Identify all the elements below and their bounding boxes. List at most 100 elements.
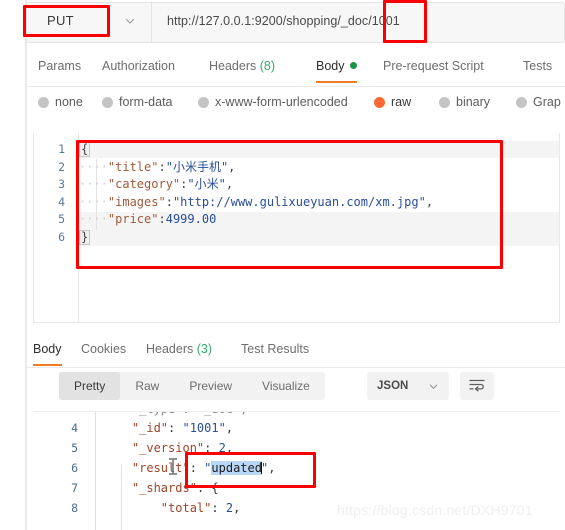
tab-label: Headers: [146, 342, 194, 356]
request-code-area[interactable]: { ····"title":"小米手机", ····"category":"小米…: [79, 141, 559, 322]
json-comma: ,: [225, 177, 234, 192]
tab-active-underline: [33, 364, 62, 366]
json-value: "http://www.gulixueyuan.com/xm.jpg": [172, 194, 426, 209]
response-format-label: JSON: [377, 380, 409, 392]
view-mode-visualize[interactable]: Visualize: [247, 372, 325, 400]
tab-label: Body: [33, 342, 62, 356]
json-value: {: [211, 481, 219, 495]
json-value: 4999.00: [165, 212, 217, 227]
json-comma: ,: [228, 159, 236, 174]
radio-label: none: [55, 95, 83, 109]
code-line: "_id": "1001",: [103, 418, 560, 438]
json-comma: ,: [233, 501, 241, 515]
json-comma: ,: [225, 421, 234, 435]
text-cursor-icon: [169, 458, 177, 475]
tab-authorization[interactable]: Authorization: [102, 59, 175, 73]
radio-form-data[interactable]: form-data: [102, 95, 173, 109]
json-separator: :: [189, 461, 205, 475]
radio-circle-icon: [516, 96, 527, 108]
json-separator: :: [196, 481, 212, 495]
radio-circle-icon: [439, 96, 450, 108]
indent: ····: [79, 194, 108, 209]
code-line: "_version": 2,: [103, 438, 560, 458]
tab-label: Tests: [523, 59, 553, 73]
response-tab-test-results[interactable]: Test Results: [241, 342, 309, 356]
response-tab-headers[interactable]: Headers (3): [146, 342, 212, 356]
radio-raw[interactable]: raw: [374, 95, 411, 109]
response-gutter: 4 5 6 7 8: [33, 412, 91, 530]
code-line: ····"title":"小米手机",: [79, 159, 559, 177]
radio-x-www-form-urlencoded[interactable]: x-www-form-urlencoded: [198, 95, 348, 109]
radio-label: Grap: [533, 95, 561, 109]
tab-active-underline: [316, 81, 357, 83]
wrap-lines-button[interactable]: [460, 372, 494, 400]
chevron-down-icon: [428, 381, 439, 392]
tab-label: Cookies: [81, 342, 127, 356]
code-line: {: [79, 141, 559, 159]
body-present-dot-icon: [349, 62, 357, 69]
json-key: "category": [107, 177, 181, 192]
headers-count-badge: (8): [259, 59, 276, 73]
brace-close: }: [79, 229, 91, 245]
json-value: "小米": [187, 177, 226, 192]
wrap-lines-icon: [469, 378, 485, 395]
view-mode-preview[interactable]: Preview: [174, 372, 247, 400]
response-format-dropdown[interactable]: JSON: [367, 372, 449, 400]
brace-open: {: [79, 142, 91, 157]
tab-label: Params: [38, 59, 82, 73]
chevron-down-icon[interactable]: [124, 15, 136, 27]
response-fold-rail: [95, 412, 96, 530]
response-tab-cookies[interactable]: Cookies: [81, 342, 126, 356]
indent: ····: [79, 159, 108, 174]
request-url-input[interactable]: http://127.0.0.1:9200/shopping/_doc/1001: [167, 14, 400, 28]
json-key: "_version": [131, 441, 205, 455]
json-separator: :: [204, 441, 219, 455]
line-number: 2: [58, 159, 65, 174]
json-value: 2: [225, 501, 234, 515]
tab-pre-request-script[interactable]: Pre-request Script: [383, 59, 484, 73]
tab-body[interactable]: Body: [316, 59, 357, 83]
code-line: ····"price":4999.00: [79, 211, 559, 229]
code-line: "_shards": {: [103, 478, 560, 498]
request-tab-bar: Params Authorization Headers (8) Body Pr…: [26, 50, 565, 87]
line-number: 5: [71, 441, 78, 455]
radio-label: raw: [391, 95, 412, 109]
json-separator: :: [158, 212, 166, 227]
view-mode-label: Raw: [135, 379, 160, 393]
tab-headers[interactable]: Headers (8): [209, 59, 275, 73]
json-comma: ,: [225, 441, 234, 455]
line-number: 7: [71, 481, 78, 495]
json-separator: :: [168, 421, 183, 435]
postman-window: PUT http://127.0.0.1:9200/shopping/_doc/…: [0, 0, 565, 530]
json-key: "_id": [131, 421, 169, 435]
code-line: }: [79, 229, 559, 247]
tab-label: Test Results: [241, 342, 310, 356]
tab-tests[interactable]: Tests: [523, 59, 552, 73]
json-key: "total": [160, 501, 212, 515]
json-key: "title": [107, 159, 159, 174]
view-mode-pretty[interactable]: Pretty: [59, 372, 121, 400]
tab-label: Body: [316, 59, 345, 73]
radio-binary[interactable]: binary: [439, 95, 490, 109]
radio-none[interactable]: none: [38, 95, 83, 109]
json-comma: ,: [425, 194, 434, 209]
tab-params[interactable]: Params: [38, 59, 81, 73]
view-mode-label: Visualize: [262, 379, 310, 393]
tab-label: Authorization: [102, 59, 175, 73]
radio-circle-icon: [198, 96, 209, 108]
selected-json-value[interactable]: updated: [211, 461, 262, 475]
line-number: 5: [58, 212, 65, 227]
code-line: ····"category":"小米",: [79, 176, 559, 194]
request-body-editor[interactable]: 1 2 3 4 5 6 { ····"title":"小米手机", ····"c…: [33, 133, 560, 323]
view-mode-raw[interactable]: Raw: [120, 372, 174, 400]
response-view-mode-group: Pretty Raw Preview Visualize: [59, 372, 325, 400]
line-number: 1: [58, 142, 65, 156]
radio-graphql[interactable]: Grap: [516, 95, 561, 109]
line-number: 4: [71, 421, 78, 435]
json-key: "images": [107, 194, 166, 209]
response-tab-body[interactable]: Body: [33, 342, 62, 366]
view-mode-label: Pretty: [74, 379, 106, 393]
